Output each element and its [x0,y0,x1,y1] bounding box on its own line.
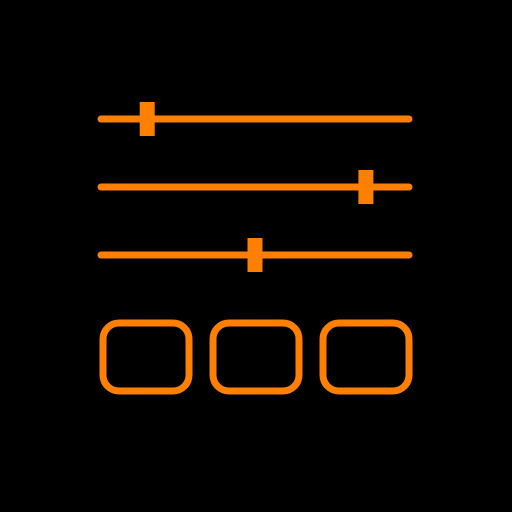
sliders-group [97,102,413,272]
slider-1-knob[interactable] [139,102,155,136]
slider-2[interactable] [97,170,413,204]
slider-3[interactable] [97,238,413,272]
buttons-group [99,319,413,395]
equalizer-graphic [97,102,413,395]
slider-2-knob[interactable] [358,170,374,204]
preset-button-2[interactable] [209,319,303,395]
slider-1[interactable] [97,102,413,136]
slider-3-knob[interactable] [247,238,263,272]
preset-button-3[interactable] [319,319,413,395]
equalizer-icon [0,0,512,512]
preset-button-1[interactable] [99,319,193,395]
